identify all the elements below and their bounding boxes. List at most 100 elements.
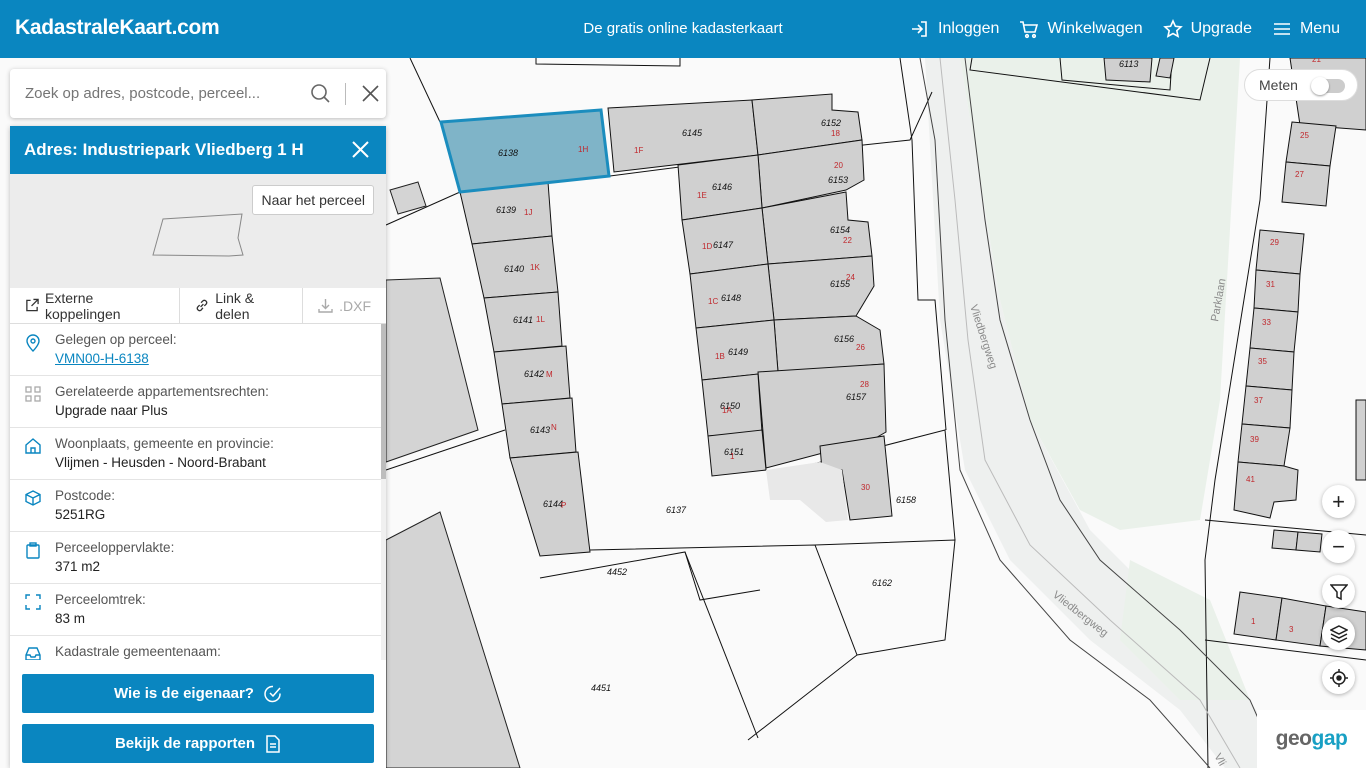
house-number-label: 29 — [1270, 238, 1279, 247]
perimeter-icon — [25, 594, 41, 610]
cart-icon — [1020, 21, 1039, 39]
parcel-number-label: 6138 — [498, 148, 518, 158]
reports-button[interactable]: Bekijk de rapporten — [22, 724, 374, 763]
house-number-label: 1L — [536, 315, 545, 324]
filter-button[interactable] — [1322, 575, 1355, 608]
geogap-geo: geo — [1275, 727, 1312, 750]
login-link[interactable]: Inloggen — [910, 19, 999, 39]
parcel-number-label: 4451 — [591, 683, 611, 693]
parcel-number-label: 6143 — [530, 425, 550, 435]
reports-button-label: Bekijk de rapporten — [114, 735, 256, 752]
parcel-number-label: 6140 — [504, 264, 524, 274]
search-input[interactable] — [25, 85, 295, 102]
document-icon — [266, 734, 280, 753]
owner-button[interactable]: Wie is de eigenaar? — [22, 674, 374, 713]
house-number-label: 1 — [1251, 617, 1256, 626]
parcel-number-label: 6142 — [524, 369, 544, 379]
detail-row-cadastral-municipality: Kadastrale gemeentenaam: — [10, 636, 386, 660]
detail-row-parcel: Gelegen op perceel: VMN00-H-6138 — [10, 324, 386, 376]
parcel-number-label: 6139 — [496, 205, 516, 215]
scrollbar-thumb[interactable] — [381, 324, 386, 479]
upgrade-label: Upgrade — [1190, 20, 1252, 37]
detail-label: Gerelateerde appartementsrechten: — [55, 384, 269, 399]
house-number-label: 39 — [1250, 435, 1259, 444]
parcel-number-label: 6147 — [713, 240, 734, 250]
detail-value: Vlijmen - Heusden - Noord-Brabant — [55, 455, 266, 470]
house-number-label: 27 — [1295, 170, 1304, 179]
zoom-out-button[interactable]: − — [1322, 530, 1355, 563]
menu-label: Menu — [1299, 20, 1340, 37]
search-box — [10, 69, 386, 118]
house-number-label: 20 — [834, 161, 843, 170]
house-number-label: 31 — [1266, 280, 1275, 289]
search-icon[interactable] — [310, 83, 331, 104]
layers-button[interactable] — [1322, 617, 1355, 650]
zoom-in-button[interactable]: + — [1322, 485, 1355, 518]
parcel-preview: Naar het perceel — [10, 174, 386, 288]
locate-button[interactable] — [1322, 661, 1355, 694]
parcel-number-label: 6145 — [682, 128, 703, 138]
dxf-label: .DXF — [339, 297, 371, 314]
house-number-label: 28 — [860, 380, 869, 389]
parcel-details-list[interactable]: Gelegen op perceel: VMN00-H-6138 Gerelate… — [10, 324, 386, 660]
external-link-icon — [26, 298, 39, 312]
upgrade-link[interactable]: Upgrade — [1162, 19, 1252, 39]
goto-parcel-button[interactable]: Naar het perceel — [252, 185, 374, 215]
parcel-number-label: 6141 — [513, 315, 533, 325]
download-icon — [318, 299, 333, 313]
owner-button-label: Wie is de eigenaar? — [114, 685, 254, 702]
detail-row-postcode: Postcode: 5251RG — [10, 480, 386, 532]
measure-label: Meten — [1259, 77, 1298, 93]
house-number-label: 30 — [861, 483, 870, 492]
cart-link[interactable]: Winkelwagen — [1019, 19, 1143, 39]
house-number-label: 18 — [831, 129, 840, 138]
share-link-label: Link & delen — [215, 289, 255, 322]
house-number-label: 1D — [702, 242, 712, 251]
details-scrollbar[interactable] — [381, 324, 386, 660]
parcel-id-link[interactable]: VMN00-H-6138 — [55, 351, 177, 366]
site-logo[interactable]: KadastraleKaart.com — [15, 16, 220, 40]
detail-value: 5251RG — [55, 507, 106, 522]
detail-label: Kadastrale gemeentenaam: — [55, 644, 221, 659]
panel-title: Adres: Industriepark Vliedberg 1 H — [24, 140, 304, 159]
green-area — [1120, 560, 1250, 700]
link-icon — [196, 299, 208, 312]
house-number-label: 1B — [715, 352, 725, 361]
check-circle-icon — [264, 685, 281, 702]
top-bar: KadastraleKaart.com De gratis online kad… — [0, 0, 1366, 58]
detail-value[interactable]: Upgrade naar Plus — [55, 403, 269, 418]
house-number-label: 41 — [1246, 475, 1255, 484]
home-icon — [25, 438, 41, 454]
grid-icon — [25, 386, 41, 402]
house-number-label: 1H — [578, 145, 588, 154]
dxf-download-button[interactable]: .DXF — [303, 288, 386, 324]
detail-value: 371 m2 — [55, 559, 101, 574]
parcel-number-label: 4452 — [607, 567, 627, 577]
clipboard-icon — [26, 542, 40, 559]
parcel-number-label: 6156 — [834, 334, 854, 344]
measure-switch[interactable] — [1311, 77, 1345, 95]
login-icon — [912, 21, 927, 37]
house-number-label: 37 — [1254, 396, 1263, 405]
star-icon — [1162, 19, 1183, 38]
external-links-button[interactable]: Externe koppelingen — [10, 287, 181, 324]
house-number-label: N — [551, 423, 557, 432]
share-link-button[interactable]: Link & delen — [180, 287, 304, 324]
house-number-label: 25 — [1300, 131, 1309, 140]
menu-button[interactable]: Menu — [1272, 19, 1340, 39]
detail-label: Woonplaats, gemeente en provincie: — [55, 436, 274, 451]
search-divider — [345, 83, 346, 105]
parcel-number-label: 6158 — [896, 495, 916, 505]
close-icon[interactable] — [351, 140, 370, 159]
detail-label: Gelegen op perceel: — [55, 332, 177, 347]
layers-icon — [1329, 624, 1348, 643]
measure-toggle[interactable]: Meten — [1244, 69, 1358, 101]
clear-search-icon[interactable] — [360, 83, 381, 104]
house-number-label: 1F — [634, 146, 643, 155]
parcel-number-label: 6157 — [846, 392, 867, 402]
cart-label: Winkelwagen — [1047, 20, 1143, 37]
building — [385, 511, 521, 768]
house-number-label: 1K — [530, 263, 540, 272]
house-number-label: 1E — [697, 191, 707, 200]
panel-header: Adres: Industriepark Vliedberg 1 H — [10, 126, 386, 174]
